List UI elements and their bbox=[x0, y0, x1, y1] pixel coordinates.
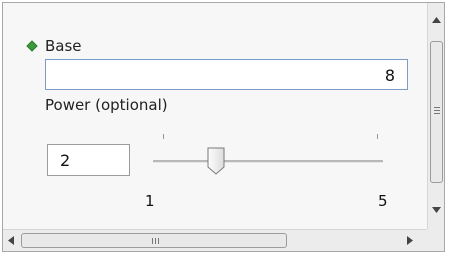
base-input[interactable]: 8 bbox=[45, 59, 408, 90]
parameter-panel: Base 8 Power (optional) 2 1 5 bbox=[2, 2, 445, 252]
slider-min-label: 1 bbox=[145, 192, 155, 210]
vertical-scroll-thumb[interactable] bbox=[430, 41, 443, 183]
arrow-down-icon[interactable] bbox=[432, 207, 441, 213]
slider-max-label: 5 bbox=[378, 192, 388, 210]
arrow-left-icon[interactable] bbox=[8, 236, 14, 245]
panel-content: Base 8 Power (optional) 2 1 5 bbox=[3, 3, 427, 229]
vertical-scrollbar[interactable] bbox=[427, 3, 444, 229]
arrow-right-icon[interactable] bbox=[407, 236, 413, 245]
horizontal-scroll-thumb[interactable] bbox=[21, 233, 287, 248]
slider-tick-max bbox=[377, 134, 378, 139]
arrow-up-icon[interactable] bbox=[432, 17, 441, 23]
scrollbar-corner bbox=[427, 229, 444, 251]
required-indicator-icon bbox=[26, 40, 38, 52]
power-slider-track[interactable] bbox=[153, 160, 383, 163]
power-input[interactable]: 2 bbox=[47, 144, 130, 176]
power-label: Power (optional) bbox=[45, 96, 168, 114]
power-slider-thumb[interactable] bbox=[206, 147, 226, 175]
base-label: Base bbox=[45, 37, 82, 55]
horizontal-scrollbar[interactable] bbox=[3, 229, 427, 251]
slider-tick-min bbox=[163, 134, 164, 139]
